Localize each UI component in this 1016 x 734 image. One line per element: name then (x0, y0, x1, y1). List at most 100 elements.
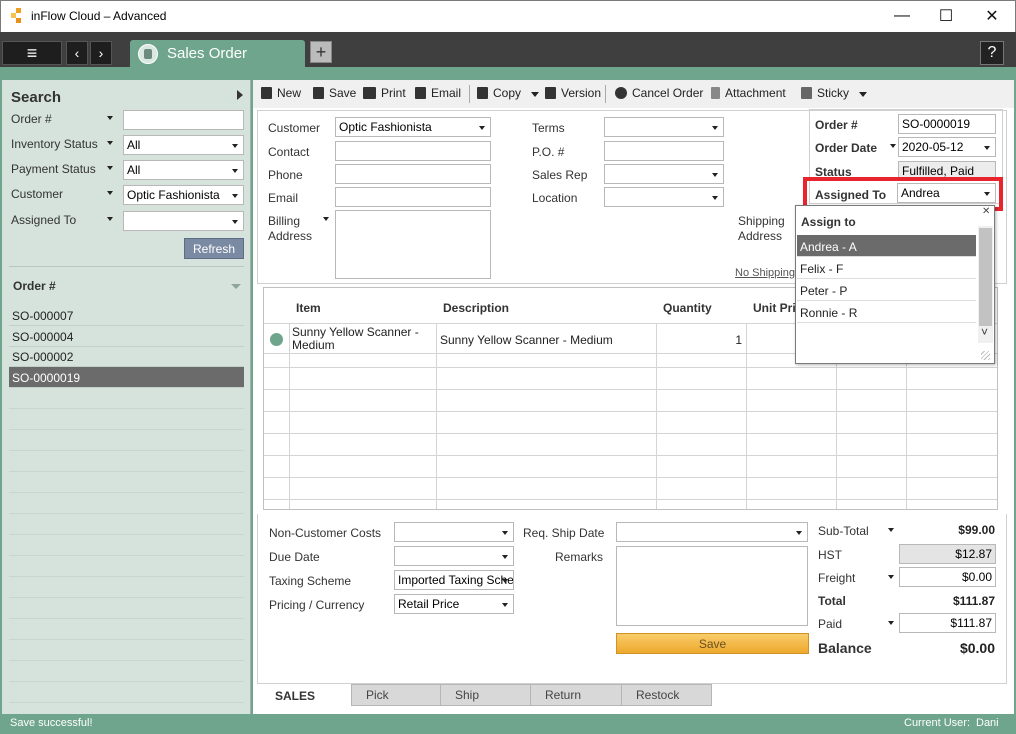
save-icon (313, 87, 324, 99)
terms-select[interactable] (604, 117, 724, 137)
order-number-input[interactable]: SO-0000019 (898, 114, 996, 134)
sticky-dropdown-icon[interactable] (859, 92, 867, 97)
email-button[interactable]: Email (415, 86, 461, 100)
filter-customer-select[interactable]: Optic Fashionista (123, 185, 244, 205)
order-date-picker[interactable]: 2020-05-12 (898, 137, 996, 157)
order-list-item-selected[interactable]: SO-0000019 (9, 367, 244, 388)
freight-input[interactable]: $0.00 (899, 567, 996, 587)
cancel-icon (615, 87, 627, 99)
date-mode-icon[interactable] (890, 144, 896, 148)
refresh-button[interactable]: Refresh (184, 238, 244, 259)
item-quantity: 1 (735, 333, 742, 347)
pricing-currency-label: Pricing / Currency (269, 598, 365, 612)
subtotal-mode-icon[interactable] (888, 528, 894, 532)
popup-scrollbar[interactable]: ˅ (978, 226, 993, 343)
filter-inventory-status-label: Inventory Status (11, 137, 98, 151)
filter-mode-icon[interactable] (107, 166, 113, 170)
new-button[interactable]: New (261, 86, 301, 100)
grid-col-line (436, 324, 437, 354)
back-button[interactable]: ‹ (66, 41, 88, 65)
po-input[interactable] (604, 141, 724, 161)
help-button[interactable]: ? (980, 41, 1004, 65)
remarks-textarea[interactable] (616, 546, 808, 626)
order-column-header: Order # (13, 279, 56, 293)
order-list-item[interactable]: SO-000004 (9, 326, 244, 347)
pricing-currency-select[interactable]: Retail Price (394, 594, 514, 614)
copy-button[interactable]: Copy (477, 86, 521, 100)
filter-mode-icon[interactable] (107, 116, 113, 120)
paid-input[interactable]: $111.87 (899, 613, 996, 633)
version-icon (545, 87, 556, 99)
filter-assigned-to-select[interactable] (123, 211, 244, 231)
billing-address-type-icon[interactable] (323, 217, 329, 221)
forward-button[interactable]: › (90, 41, 112, 65)
sales-rep-select[interactable] (604, 164, 724, 184)
tab-pick[interactable]: Pick (351, 684, 441, 706)
add-tab-button[interactable]: + (310, 41, 332, 63)
tab-return[interactable]: Return (530, 684, 622, 706)
cancel-order-button[interactable]: Cancel Order (615, 86, 703, 100)
minimize-button[interactable]: — (879, 1, 925, 31)
filter-mode-icon[interactable] (107, 217, 113, 221)
email-label: Email (268, 191, 299, 205)
close-window-button[interactable]: ✕ (969, 1, 1015, 31)
sort-icon[interactable] (231, 284, 241, 289)
tab-sales-order[interactable]: Sales Order (130, 40, 305, 67)
req-ship-date-picker[interactable] (616, 522, 808, 542)
assign-option-ronnie[interactable]: Ronnie - R (797, 301, 976, 323)
total-label: Total (818, 594, 846, 608)
assign-option-andrea[interactable]: Andrea - A (797, 235, 976, 257)
maximize-button[interactable]: ☐ (923, 1, 969, 31)
contact-input[interactable] (335, 141, 491, 161)
filter-order-input[interactable] (123, 110, 244, 130)
order-list-item[interactable]: SO-000002 (9, 346, 244, 367)
customer-select[interactable]: Optic Fashionista (335, 117, 491, 137)
save-button[interactable]: Save (313, 86, 356, 100)
tab-sales[interactable]: SALES (261, 684, 351, 708)
due-date-picker[interactable] (394, 546, 514, 566)
filter-mode-icon[interactable] (107, 141, 113, 145)
phone-input[interactable] (335, 164, 491, 184)
shipping-label: Shipping (738, 214, 785, 228)
close-popup-icon[interactable]: ✕ (982, 206, 990, 217)
cancel-order-label: Cancel Order (632, 86, 704, 100)
filter-inventory-status-select[interactable]: All (123, 135, 244, 155)
assign-option-felix[interactable]: Felix - F (797, 257, 976, 279)
taxing-scheme-select[interactable]: Imported Taxing Sche (394, 570, 514, 590)
copy-dropdown-icon[interactable] (531, 92, 539, 97)
resize-grip-icon[interactable] (981, 351, 990, 360)
billing-address-textarea[interactable] (335, 210, 491, 279)
scroll-down-icon[interactable]: ˅ (981, 325, 988, 339)
tab-ship[interactable]: Ship (440, 684, 531, 706)
version-button[interactable]: Version (545, 86, 601, 100)
email-input[interactable] (335, 187, 491, 207)
toolbar-divider (469, 85, 470, 103)
tab-restock[interactable]: Restock (621, 684, 712, 706)
assign-option-peter[interactable]: Peter - P (797, 279, 976, 301)
order-list-header[interactable]: Order # (9, 266, 244, 294)
remarks-save-button[interactable]: Save (616, 633, 809, 654)
filter-payment-status-select[interactable]: All (123, 160, 244, 180)
paid-label: Paid (818, 617, 843, 631)
column-header-description[interactable]: Description (443, 301, 509, 315)
menu-button[interactable]: ≡ (2, 41, 62, 65)
freight-mode-icon[interactable] (888, 575, 894, 579)
collapse-panel-icon[interactable] (237, 90, 243, 100)
column-header-unit-price[interactable]: Unit Pri (753, 301, 796, 315)
non-customer-costs-select[interactable] (394, 522, 514, 542)
sticky-button[interactable]: Sticky (801, 86, 849, 100)
paid-mode-icon[interactable] (888, 621, 894, 625)
popup-scrollbar-thumb[interactable] (979, 228, 992, 326)
order-list-item[interactable]: SO-000007 (9, 305, 244, 326)
current-user-label: Current User: (904, 717, 971, 729)
no-shipping-link[interactable]: No Shipping (735, 267, 795, 279)
column-header-quantity[interactable]: Quantity (663, 301, 712, 315)
attachment-button[interactable]: Attachment (711, 86, 786, 100)
filter-mode-icon[interactable] (107, 191, 113, 195)
column-header-item[interactable]: Item (296, 301, 321, 315)
remarks-label: Remarks (555, 550, 604, 564)
print-button[interactable]: Print (363, 86, 406, 100)
status-bar: Save successful! Current User: Dani (0, 714, 1016, 734)
due-date-label: Due Date (269, 550, 320, 564)
location-select[interactable] (604, 187, 724, 207)
